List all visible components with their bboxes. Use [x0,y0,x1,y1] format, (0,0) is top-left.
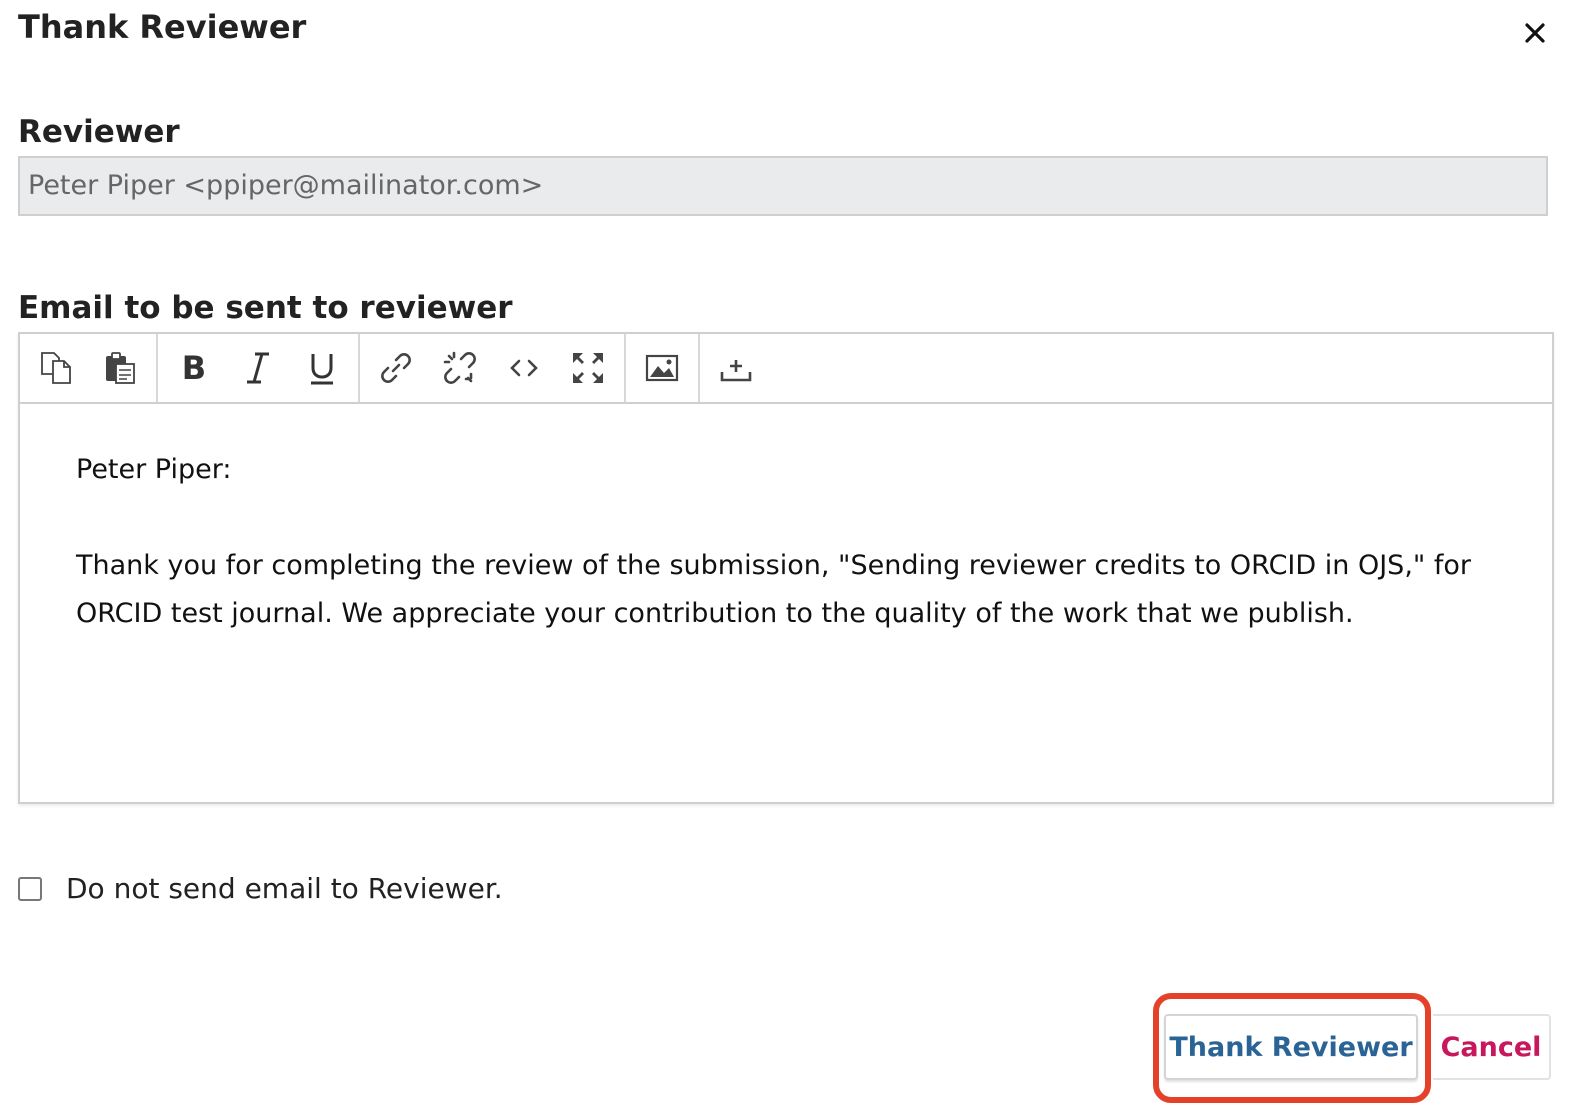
close-icon [1525,23,1545,43]
reviewer-field: Peter Piper <ppiper@mailinator.com> [18,156,1548,216]
fullscreen-button[interactable] [556,335,620,401]
upload-button[interactable] [704,335,768,401]
copy-button[interactable] [24,335,88,401]
thank-reviewer-button[interactable]: Thank Reviewer [1164,1014,1418,1080]
underline-button[interactable] [290,335,354,401]
svg-text:B: B [182,350,206,386]
italic-icon [247,352,269,384]
code-icon [510,359,538,377]
editor-content[interactable]: Peter Piper: Thank you for completing th… [20,404,1552,638]
skip-email-label: Do not send email to Reviewer. [66,872,503,905]
bold-icon: B [182,350,206,386]
email-editor: B Peter Piper: Thank you for completing … [18,332,1554,804]
fullscreen-icon [573,353,603,383]
paste-button[interactable] [88,335,152,401]
copy-icon [41,352,71,384]
skip-email-option[interactable]: Do not send email to Reviewer. [18,872,503,905]
image-icon [645,354,679,382]
cancel-button[interactable]: Cancel [1433,1014,1551,1080]
unlink-icon [443,351,476,384]
reviewer-label: Reviewer [18,114,180,150]
image-button[interactable] [630,335,694,401]
italic-button[interactable] [226,335,290,401]
close-button[interactable] [1518,16,1552,50]
bold-button[interactable]: B [162,335,226,401]
email-body: Thank you for completing the review of t… [76,550,1472,629]
modal-title: Thank Reviewer [18,8,307,46]
unlink-button[interactable] [428,335,492,401]
code-button[interactable] [492,335,556,401]
editor-toolbar: B [20,334,1552,404]
link-button[interactable] [364,335,428,401]
underline-icon [311,354,333,385]
email-greeting: Peter Piper: [76,454,232,485]
paste-icon [106,352,135,384]
email-label: Email to be sent to reviewer [18,290,513,326]
link-icon [381,353,411,383]
skip-email-checkbox[interactable] [18,876,42,901]
upload-icon [720,360,752,382]
